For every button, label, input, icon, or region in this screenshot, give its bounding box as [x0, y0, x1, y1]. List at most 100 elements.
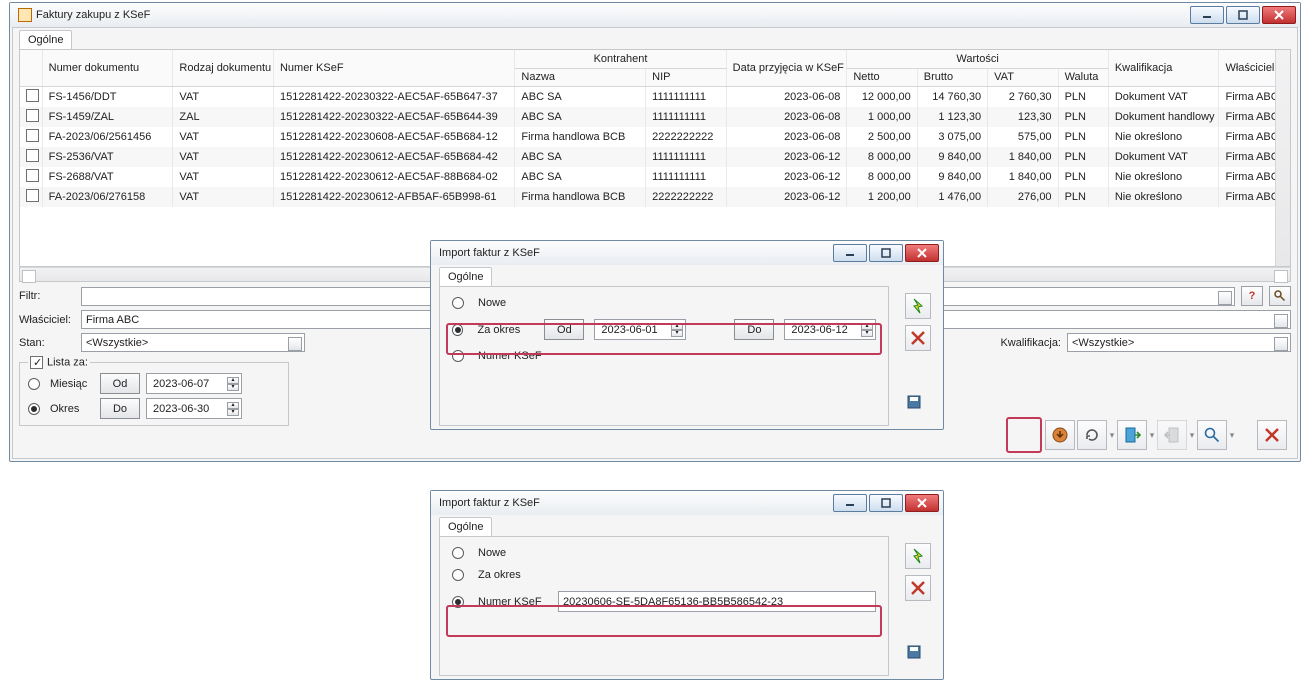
table-row[interactable]: FS-1459/ZALZAL1512281422-20230322-AEC5AF… — [20, 107, 1290, 127]
app-icon — [18, 8, 32, 22]
dialog2-minimize-button[interactable] — [833, 494, 867, 512]
delete-button[interactable] — [1257, 420, 1287, 450]
dialog2-nowe-label: Nowe — [478, 547, 506, 559]
kwalifikacja-combo[interactable]: <Wszystkie> — [1067, 333, 1291, 352]
table-row[interactable]: FS-2536/VATVAT1512281422-20230612-AEC5AF… — [20, 147, 1290, 167]
refresh-button[interactable] — [1077, 420, 1107, 450]
dialog2-ksef-input[interactable]: 20230606-SE-5DA8F65136-BB5B586542-23 — [558, 591, 876, 612]
dialog1-date-do-input[interactable]: 2023-06-12▴▾ — [784, 319, 876, 340]
dialog1-do-button[interactable]: Do — [734, 319, 774, 340]
dialog2-radio-numer-ksef[interactable] — [452, 596, 464, 608]
date-do-input[interactable]: 2023-06-30▴▾ — [146, 398, 242, 419]
col-waluta[interactable]: Waluta — [1058, 68, 1108, 86]
row-checkbox[interactable] — [26, 89, 39, 102]
dialog2-save-button[interactable] — [907, 645, 931, 669]
radio-okres[interactable] — [28, 403, 40, 415]
table-row[interactable]: FS-2688/VATVAT1512281422-20230612-AEC5AF… — [20, 167, 1290, 187]
dialog1-minimize-button[interactable] — [833, 244, 867, 262]
table-row[interactable]: FS-1456/DDTVAT1512281422-20230322-AEC5AF… — [20, 86, 1290, 107]
col-data-przyjecia[interactable]: Data przyjęcia w KSeF — [726, 50, 847, 86]
dialog2-titlebar[interactable]: Import faktur z KSeF — [431, 491, 943, 515]
dialog2-run-button[interactable] — [905, 543, 931, 569]
radio-miesiac[interactable] — [28, 378, 40, 390]
col-nip[interactable]: NIP — [646, 68, 726, 86]
dialog2-radio-nowe[interactable] — [452, 547, 464, 559]
sep-1: ▾ — [1109, 430, 1115, 441]
dialog1-title: Import faktur z KSeF — [439, 247, 540, 259]
dialog1-od-button[interactable]: Od — [544, 319, 584, 340]
dialog2-radio-za-okres[interactable] — [452, 569, 464, 581]
dialog2-maximize-button[interactable] — [869, 494, 903, 512]
col-vat[interactable]: VAT — [988, 68, 1058, 86]
dialog1-date-od-input[interactable]: 2023-06-01▴▾ — [594, 319, 686, 340]
row-checkbox[interactable] — [26, 149, 39, 162]
dialog1-nowe-label: Nowe — [478, 297, 506, 309]
dialog1-za-okres-label: Za okres — [477, 324, 534, 336]
dialog1-run-button[interactable] — [905, 293, 931, 319]
col-netto[interactable]: Netto — [847, 68, 917, 86]
lista-za-label: Lista za: — [47, 356, 88, 368]
dialog1-tab-ogolne[interactable]: Ogólne — [439, 267, 492, 286]
lista-za-checkbox[interactable] — [30, 356, 43, 369]
table-row[interactable]: FA-2023/06/2561456VAT1512281422-20230608… — [20, 127, 1290, 147]
window-title: Faktury zakupu z KSeF — [36, 9, 150, 21]
col-kwalifikacja[interactable]: Kwalifikacja — [1108, 50, 1219, 86]
stan-combo[interactable]: <Wszystkie> — [81, 333, 305, 352]
row-checkbox[interactable] — [26, 129, 39, 142]
close-button[interactable] — [1262, 6, 1296, 24]
dialog1-radio-nowe[interactable] — [452, 297, 464, 309]
dialog2-numer-ksef-label: Numer KSeF — [478, 596, 548, 608]
dialog1-numer-ksef-label: Numer KSeF — [478, 350, 542, 362]
col-numer-ksef[interactable]: Numer KSeF — [273, 50, 514, 86]
row-checkbox[interactable] — [26, 169, 39, 182]
sep-2: ▾ — [1149, 430, 1155, 441]
dialog1-maximize-button[interactable] — [869, 244, 903, 262]
okres-label: Okres — [50, 403, 94, 415]
tab-ogolne[interactable]: Ogólne — [19, 30, 72, 49]
col-rodzaj-dok[interactable]: Rodzaj dokumentu — [173, 50, 274, 86]
do-button[interactable]: Do — [100, 398, 140, 419]
col-nazwa[interactable]: Nazwa — [515, 68, 646, 86]
vertical-scrollbar[interactable] — [1275, 50, 1290, 266]
bottom-toolbar: ▾ ▾ ▾ ▾ — [1045, 420, 1287, 450]
dialog1-titlebar[interactable]: Import faktur z KSeF — [431, 241, 943, 265]
sep-3: ▾ — [1189, 430, 1195, 441]
dialog2-cancel-button[interactable] — [905, 575, 931, 601]
sep-4: ▾ — [1229, 430, 1235, 441]
filter-help-button[interactable]: ? — [1241, 286, 1263, 306]
invoice-table[interactable]: Numer dokumentu Rodzaj dokumentu Numer K… — [20, 50, 1290, 207]
dialog1-close-button[interactable] — [905, 244, 939, 262]
stan-label: Stan: — [19, 337, 75, 349]
minimize-button[interactable] — [1190, 6, 1224, 24]
search-button[interactable] — [1197, 420, 1227, 450]
dialog1-cancel-button[interactable] — [905, 325, 931, 351]
dialog2-tab-ogolne[interactable]: Ogólne — [439, 517, 492, 536]
import-disabled-button — [1157, 420, 1187, 450]
dialog1-save-button[interactable] — [907, 395, 931, 419]
import-button[interactable] — [1045, 420, 1075, 450]
col-checkbox[interactable] — [20, 50, 42, 86]
col-brutto[interactable]: Brutto — [917, 68, 987, 86]
miesiac-label: Miesiąc — [50, 378, 94, 390]
owner-label: Właściciel: — [19, 314, 75, 326]
dialog1-radio-za-okres[interactable] — [452, 324, 463, 336]
dialog2-close-button[interactable] — [905, 494, 939, 512]
date-od-input[interactable]: 2023-06-07▴▾ — [146, 373, 242, 394]
kwalifikacja-label: Kwalifikacja: — [1000, 337, 1061, 349]
col-kontrahent[interactable]: Kontrahent — [515, 50, 726, 68]
maximize-button[interactable] — [1226, 6, 1260, 24]
col-wartosci[interactable]: Wartości — [847, 50, 1109, 68]
import-dialog-period: Import faktur z KSeF Ogólne Nowe Za okre… — [430, 240, 944, 430]
row-checkbox[interactable] — [26, 189, 39, 202]
table-row[interactable]: FA-2023/06/276158VAT1512281422-20230612-… — [20, 187, 1290, 207]
export-button[interactable] — [1117, 420, 1147, 450]
row-checkbox[interactable] — [26, 109, 39, 122]
titlebar[interactable]: Faktury zakupu z KSeF — [10, 3, 1300, 27]
filter-label: Filtr: — [19, 290, 75, 302]
filter-settings-button[interactable] — [1269, 286, 1291, 306]
dialog1-radio-numer-ksef[interactable] — [452, 350, 464, 362]
import-dialog-ksef: Import faktur z KSeF Ogólne Nowe Za okre… — [430, 490, 944, 680]
dialog2-za-okres-label: Za okres — [478, 569, 521, 581]
col-numer-dok[interactable]: Numer dokumentu — [42, 50, 173, 86]
od-button[interactable]: Od — [100, 373, 140, 394]
